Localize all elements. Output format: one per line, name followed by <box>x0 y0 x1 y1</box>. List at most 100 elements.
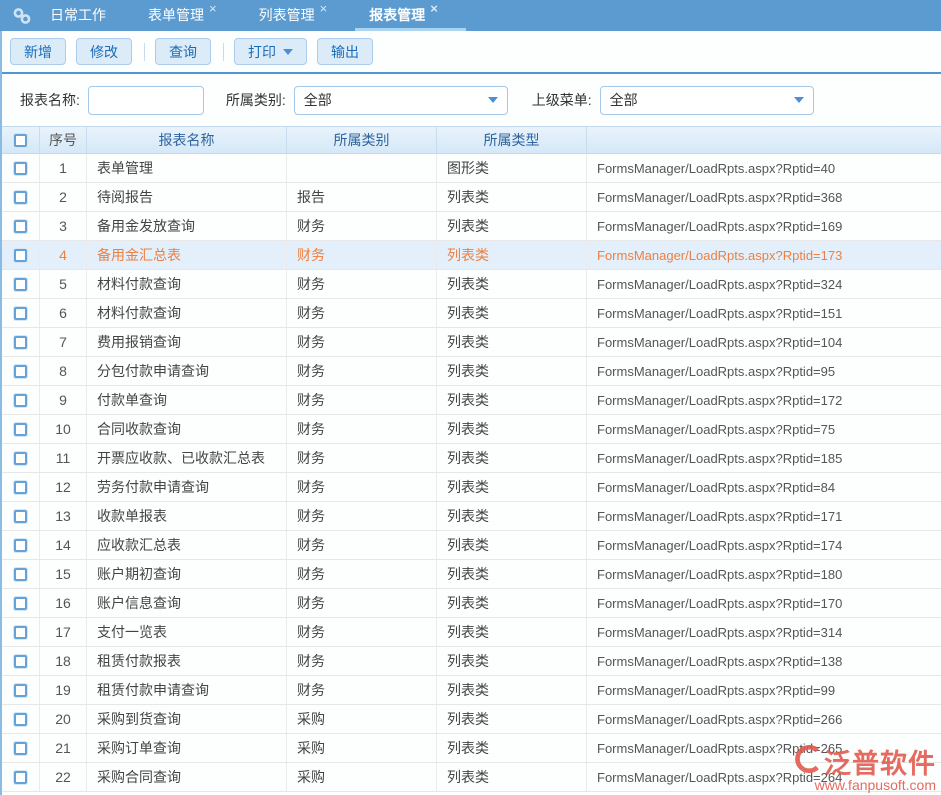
tab-close-icon[interactable]: × <box>430 1 438 16</box>
row-seq: 9 <box>40 386 87 414</box>
row-url: FormsManager/LoadRpts.aspx?Rptid=174 <box>587 531 941 559</box>
table-row[interactable]: 5 材料付款查询 财务 列表类 FormsManager/LoadRpts.as… <box>2 270 941 299</box>
row-checkbox[interactable] <box>14 742 27 755</box>
table-row[interactable]: 15 账户期初查询 财务 列表类 FormsManager/LoadRpts.a… <box>2 560 941 589</box>
row-checkbox-cell <box>2 386 40 414</box>
toolbar-button-新增[interactable]: 新增 <box>10 38 66 65</box>
row-url: FormsManager/LoadRpts.aspx?Rptid=40 <box>587 154 941 182</box>
report-name-input[interactable] <box>88 86 204 115</box>
row-category <box>287 154 437 182</box>
row-category: 财务 <box>287 328 437 356</box>
row-type: 列表类 <box>437 618 587 646</box>
table-row[interactable]: 4 备用金汇总表 财务 列表类 FormsManager/LoadRpts.as… <box>2 241 941 270</box>
tab-close-icon[interactable]: × <box>209 1 217 16</box>
table-row[interactable]: 19 租赁付款申请查询 财务 列表类 FormsManager/LoadRpts… <box>2 676 941 705</box>
table-row[interactable]: 7 费用报销查询 财务 列表类 FormsManager/LoadRpts.as… <box>2 328 941 357</box>
table-body: 1 表单管理 图形类 FormsManager/LoadRpts.aspx?Rp… <box>2 154 941 792</box>
table-row[interactable]: 22 采购合同查询 采购 列表类 FormsManager/LoadRpts.a… <box>2 763 941 792</box>
tab-报表管理[interactable]: 报表管理× <box>365 0 442 31</box>
row-checkbox[interactable] <box>14 713 27 726</box>
toolbar-button-输出[interactable]: 输出 <box>317 38 373 65</box>
row-type: 列表类 <box>437 502 587 530</box>
row-checkbox-cell <box>2 444 40 472</box>
row-checkbox[interactable] <box>14 684 27 697</box>
row-category: 财务 <box>287 618 437 646</box>
row-checkbox[interactable] <box>14 162 27 175</box>
table-row[interactable]: 3 备用金发放查询 财务 列表类 FormsManager/LoadRpts.a… <box>2 212 941 241</box>
row-type: 列表类 <box>437 357 587 385</box>
row-type: 图形类 <box>437 154 587 182</box>
tab-表单管理[interactable]: 表单管理× <box>144 0 221 31</box>
table-row[interactable]: 8 分包付款申请查询 财务 列表类 FormsManager/LoadRpts.… <box>2 357 941 386</box>
table-row[interactable]: 10 合同收款查询 财务 列表类 FormsManager/LoadRpts.a… <box>2 415 941 444</box>
row-category: 采购 <box>287 734 437 762</box>
row-name: 开票应收款、已收款汇总表 <box>87 444 287 472</box>
table-row[interactable]: 18 租赁付款报表 财务 列表类 FormsManager/LoadRpts.a… <box>2 647 941 676</box>
row-type: 列表类 <box>437 183 587 211</box>
table-row[interactable]: 1 表单管理 图形类 FormsManager/LoadRpts.aspx?Rp… <box>2 154 941 183</box>
row-checkbox[interactable] <box>14 394 27 407</box>
row-url: FormsManager/LoadRpts.aspx?Rptid=169 <box>587 212 941 240</box>
table-row[interactable]: 11 开票应收款、已收款汇总表 财务 列表类 FormsManager/Load… <box>2 444 941 473</box>
row-checkbox[interactable] <box>14 539 27 552</box>
content-area: 新增 修改 查询 打印 输出 报表名称: 所属类别: 全部 上级菜单: 全部 <box>0 31 941 795</box>
row-seq: 2 <box>40 183 87 211</box>
row-checkbox-cell <box>2 560 40 588</box>
row-checkbox[interactable] <box>14 597 27 610</box>
table-row[interactable]: 6 材料付款查询 财务 列表类 FormsManager/LoadRpts.as… <box>2 299 941 328</box>
toolbar-button-打印[interactable]: 打印 <box>234 38 307 65</box>
table-row[interactable]: 9 付款单查询 财务 列表类 FormsManager/LoadRpts.asp… <box>2 386 941 415</box>
row-checkbox[interactable] <box>14 510 27 523</box>
row-name: 合同收款查询 <box>87 415 287 443</box>
row-checkbox[interactable] <box>14 481 27 494</box>
row-name: 付款单查询 <box>87 386 287 414</box>
table-row[interactable]: 14 应收款汇总表 财务 列表类 FormsManager/LoadRpts.a… <box>2 531 941 560</box>
row-name: 待阅报告 <box>87 183 287 211</box>
row-name: 材料付款查询 <box>87 299 287 327</box>
tab-label: 列表管理 <box>259 7 315 23</box>
toolbar-separator <box>223 43 224 61</box>
row-url: FormsManager/LoadRpts.aspx?Rptid=84 <box>587 473 941 501</box>
category-select[interactable]: 全部 <box>294 86 508 115</box>
toolbar-button-label: 修改 <box>90 42 118 62</box>
row-checkbox[interactable] <box>14 249 27 262</box>
row-name: 支付一览表 <box>87 618 287 646</box>
toolbar-separator <box>144 43 145 61</box>
row-seq: 13 <box>40 502 87 530</box>
row-checkbox[interactable] <box>14 336 27 349</box>
row-checkbox[interactable] <box>14 568 27 581</box>
toolbar-button-修改[interactable]: 修改 <box>76 38 132 65</box>
row-type: 列表类 <box>437 531 587 559</box>
row-checkbox[interactable] <box>14 626 27 639</box>
table-row[interactable]: 20 采购到货查询 采购 列表类 FormsManager/LoadRpts.a… <box>2 705 941 734</box>
row-checkbox[interactable] <box>14 365 27 378</box>
row-checkbox[interactable] <box>14 423 27 436</box>
row-checkbox-cell <box>2 676 40 704</box>
tab-列表管理[interactable]: 列表管理 × <box>255 0 332 31</box>
row-checkbox[interactable] <box>14 771 27 784</box>
row-seq: 6 <box>40 299 87 327</box>
row-name: 材料付款查询 <box>87 270 287 298</box>
row-checkbox[interactable] <box>14 278 27 291</box>
row-checkbox-cell <box>2 212 40 240</box>
select-all-checkbox[interactable] <box>14 134 27 147</box>
row-checkbox[interactable] <box>14 452 27 465</box>
toolbar-button-查询[interactable]: 查询 <box>155 38 211 65</box>
table-row[interactable]: 17 支付一览表 财务 列表类 FormsManager/LoadRpts.as… <box>2 618 941 647</box>
table-row[interactable]: 12 劳务付款申请查询 财务 列表类 FormsManager/LoadRpts… <box>2 473 941 502</box>
row-type: 列表类 <box>437 328 587 356</box>
toolbar-button-label: 打印 <box>248 42 276 62</box>
table-row[interactable]: 2 待阅报告 报告 列表类 FormsManager/LoadRpts.aspx… <box>2 183 941 212</box>
table-row[interactable]: 16 账户信息查询 财务 列表类 FormsManager/LoadRpts.a… <box>2 589 941 618</box>
tab-日常工作[interactable]: 日常工作 <box>46 0 110 31</box>
tab-close-icon[interactable]: × <box>320 1 328 16</box>
parent-menu-select[interactable]: 全部 <box>600 86 814 115</box>
row-checkbox[interactable] <box>14 655 27 668</box>
row-type: 列表类 <box>437 705 587 733</box>
row-checkbox[interactable] <box>14 220 27 233</box>
table-row[interactable]: 13 收款单报表 财务 列表类 FormsManager/LoadRpts.as… <box>2 502 941 531</box>
row-checkbox[interactable] <box>14 191 27 204</box>
table-row[interactable]: 21 采购订单查询 采购 列表类 FormsManager/LoadRpts.a… <box>2 734 941 763</box>
category-label: 所属类别: <box>226 90 286 110</box>
row-checkbox[interactable] <box>14 307 27 320</box>
